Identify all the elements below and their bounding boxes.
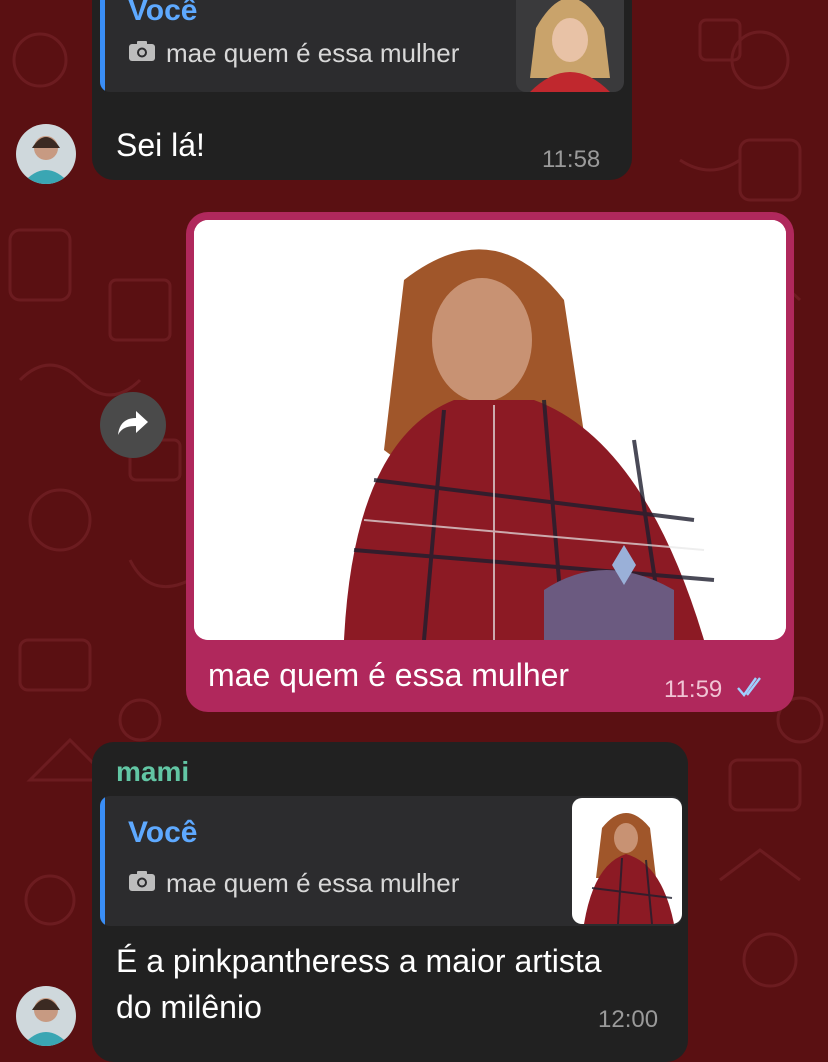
message-text-line-1: É a pinkpantheress a maior artista bbox=[116, 943, 602, 979]
message-time: 11:58 bbox=[542, 146, 601, 173]
camera-icon bbox=[128, 868, 156, 899]
message-time: 11:59 bbox=[664, 676, 723, 703]
reply-text: mae quem é essa mulher bbox=[166, 38, 460, 68]
reply-thumbnail[interactable] bbox=[516, 0, 624, 92]
thumbnail-photo bbox=[516, 0, 624, 92]
avatar[interactable] bbox=[16, 124, 76, 184]
message-caption: mae quem é essa mulher bbox=[208, 657, 570, 693]
reply-thumbnail[interactable] bbox=[572, 798, 682, 924]
incoming-message-1[interactable]: Você mae quem é essa mulher Sei lá! 11:5… bbox=[92, 0, 632, 180]
double-check-icon bbox=[736, 674, 766, 703]
message-time: 12:00 bbox=[598, 1006, 659, 1033]
reply-text-row: mae quem é essa mulher bbox=[128, 868, 459, 899]
reply-text-row: mae quem é essa mulher bbox=[128, 38, 459, 69]
reply-text: mae quem é essa mulher bbox=[166, 868, 460, 898]
thumbnail-photo bbox=[572, 798, 682, 924]
sender-name[interactable]: mami bbox=[116, 756, 189, 788]
message-photo[interactable] bbox=[194, 220, 786, 640]
camera-icon bbox=[128, 38, 156, 69]
reply-sender-name: Você bbox=[128, 816, 198, 849]
reply-accent-bar bbox=[100, 796, 105, 926]
photo-image bbox=[194, 220, 786, 640]
message-text-line-2: do milênio bbox=[116, 989, 262, 1025]
outgoing-message[interactable]: mae quem é essa mulher 11:59 bbox=[186, 212, 794, 712]
reply-preview[interactable]: Você mae quem é essa mulher bbox=[100, 796, 682, 926]
message-text: Sei lá! bbox=[116, 127, 205, 163]
reply-accent-bar bbox=[100, 0, 105, 92]
reply-preview[interactable]: Você mae quem é essa mulher bbox=[100, 0, 624, 92]
reply-sender-name: Você bbox=[128, 0, 198, 27]
incoming-message-2[interactable]: mami Você mae quem é essa mulher É a pin… bbox=[92, 742, 688, 1062]
forward-arrow-icon bbox=[116, 409, 150, 442]
forward-button[interactable] bbox=[100, 392, 166, 458]
avatar[interactable] bbox=[16, 986, 76, 1046]
